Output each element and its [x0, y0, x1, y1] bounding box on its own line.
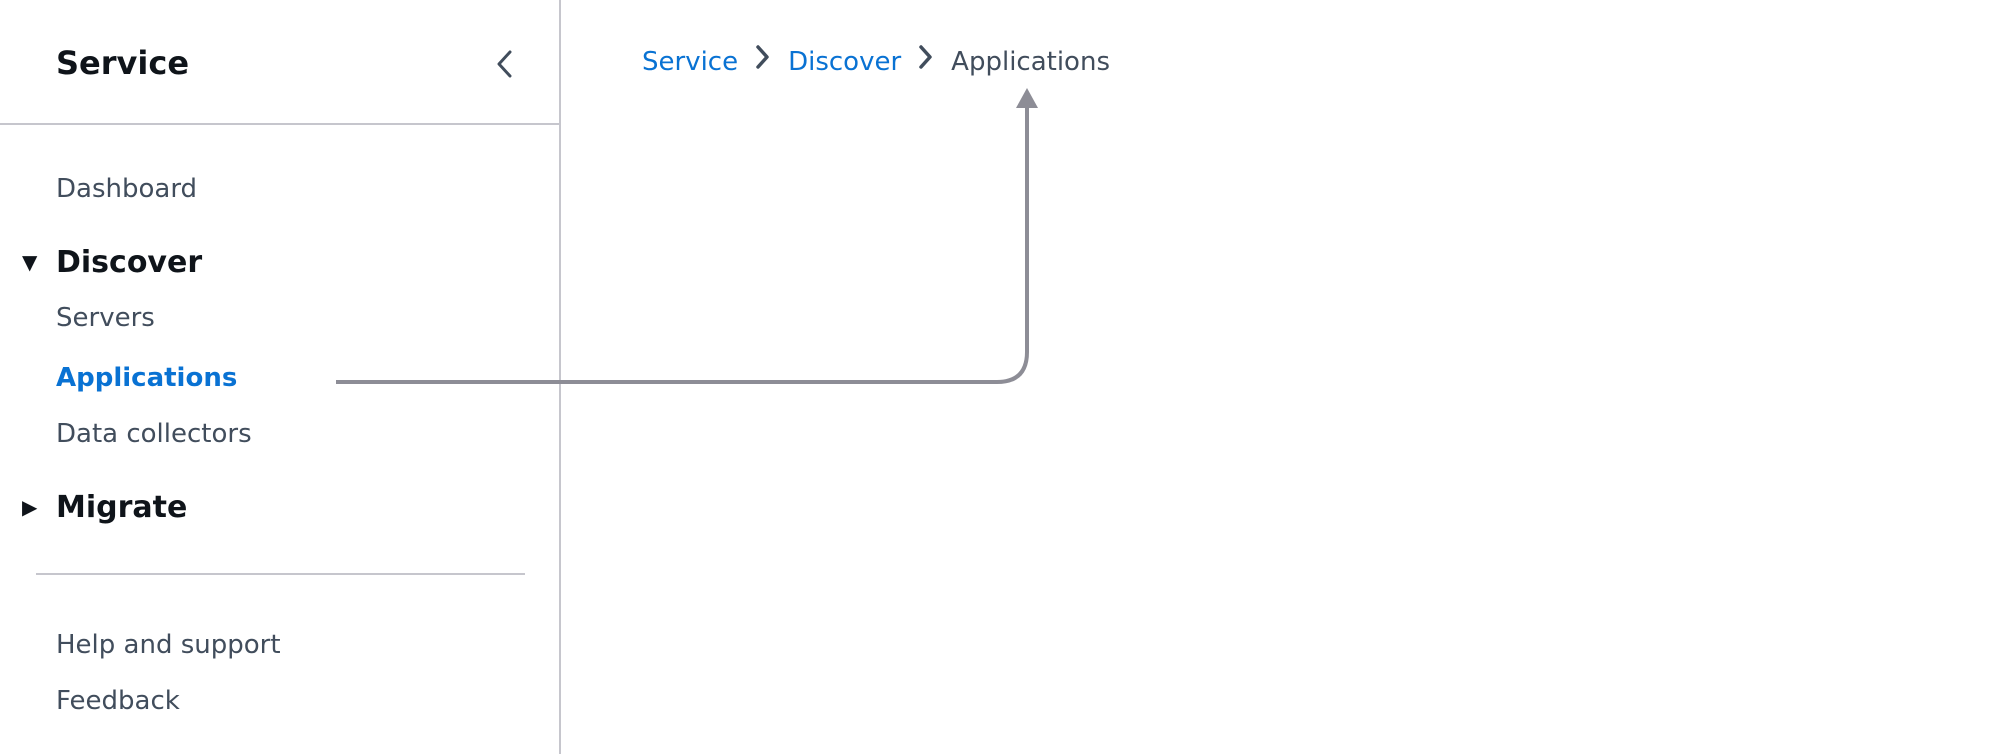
- breadcrumb: Service Discover Applications: [642, 44, 1110, 80]
- sidebar-item-dashboard[interactable]: Dashboard: [56, 172, 197, 206]
- sidebar-title[interactable]: Service: [56, 42, 189, 84]
- section-label: Migrate: [56, 490, 188, 525]
- arrowhead-icon: [1016, 88, 1038, 108]
- section-label: Discover: [56, 245, 203, 280]
- sidebar-header: Service: [0, 0, 559, 125]
- collapse-sidebar-button[interactable]: [490, 46, 520, 82]
- breadcrumb-service[interactable]: Service: [642, 44, 738, 80]
- sidebar-item-applications[interactable]: Applications: [56, 361, 237, 395]
- sidebar-item-data-collectors[interactable]: Data collectors: [56, 417, 252, 451]
- chevron-left-icon: [497, 50, 512, 78]
- breadcrumb-applications: Applications: [951, 47, 1110, 77]
- caret-down-icon: ▼: [22, 250, 38, 274]
- chevron-right-icon: [901, 44, 951, 80]
- breadcrumb-discover[interactable]: Discover: [788, 44, 901, 80]
- sidebar-item-help-and-support[interactable]: Help and support: [56, 628, 281, 662]
- side-navigation: Service Dashboard ▼ Discover Servers Appl…: [0, 0, 561, 754]
- sidebar-divider: [36, 573, 525, 575]
- sidebar-item-feedback[interactable]: Feedback: [56, 684, 180, 718]
- sidebar-item-servers[interactable]: Servers: [56, 301, 155, 335]
- sidebar-section-discover[interactable]: ▼ Discover: [22, 243, 202, 282]
- chevron-right-icon: [738, 44, 788, 80]
- sidebar-section-migrate[interactable]: ▶ Migrate: [22, 488, 187, 527]
- caret-right-icon: ▶: [22, 495, 38, 519]
